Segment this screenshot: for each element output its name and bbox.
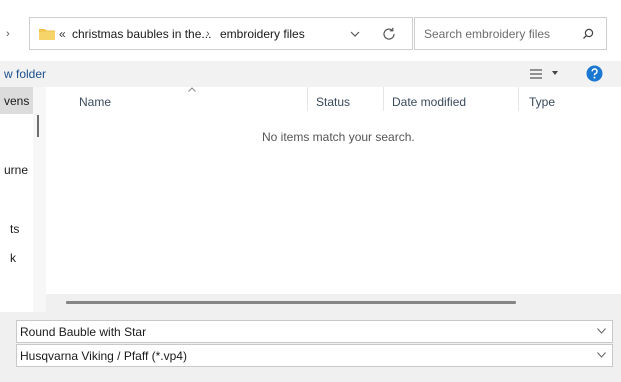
view-options-icon[interactable] (529, 67, 543, 81)
search-placeholder: Search embroidery files (424, 27, 551, 41)
column-header-name[interactable]: Name (79, 95, 111, 109)
file-name-field[interactable]: Round Bauble with Star (16, 320, 613, 343)
file-type-value: Husqvarna Viking / Pfaff (*.vp4) (20, 349, 187, 363)
folder-icon (39, 29, 55, 40)
nav-pane-scrollbar[interactable] (37, 115, 39, 137)
breadcrumb-separator[interactable]: › (206, 26, 210, 42)
new-folder-button[interactable]: w folder (4, 67, 46, 81)
empty-state-message: No items match your search. (262, 130, 415, 144)
column-header-date-modified[interactable]: Date modified (392, 95, 466, 109)
refresh-icon[interactable] (380, 25, 398, 43)
search-icon[interactable] (581, 27, 595, 41)
horizontal-scrollbar[interactable] (46, 294, 621, 312)
command-bar: w folder (0, 61, 621, 87)
breadcrumb-item-parent[interactable]: christmas baubles in the... (72, 26, 211, 42)
sort-up-icon (188, 87, 196, 92)
column-header-type[interactable]: Type (529, 95, 555, 109)
nav-item-label: vens (4, 94, 30, 108)
chevron-down-icon[interactable] (348, 27, 362, 41)
horizontal-scrollbar-thumb[interactable] (66, 301, 516, 304)
nav-item-selected[interactable]: vens (0, 87, 33, 114)
nav-item-label[interactable]: k (10, 251, 16, 265)
file-name-value: Round Bauble with Star (20, 325, 147, 339)
search-input[interactable]: Search embroidery files (414, 17, 607, 50)
chevron-down-icon[interactable] (597, 328, 606, 334)
breadcrumb-item-current[interactable]: embroidery files (220, 26, 305, 42)
column-divider[interactable] (383, 87, 384, 111)
file-type-select[interactable]: Husqvarna Viking / Pfaff (*.vp4) (16, 344, 613, 367)
column-divider[interactable] (518, 87, 519, 111)
breadcrumb-overflow[interactable]: « (59, 26, 66, 42)
nav-item-label[interactable]: urne (4, 163, 28, 177)
file-list: Name Status Date modified Type No items … (46, 87, 621, 312)
nav-item-label[interactable]: ts (10, 222, 19, 236)
help-icon[interactable] (586, 65, 603, 82)
nav-pane-scroll-track (33, 87, 46, 312)
chevron-down-icon[interactable] (597, 352, 606, 358)
view-dropdown-icon[interactable] (552, 71, 558, 75)
address-bar[interactable]: « christmas baubles in the... › embroide… (29, 17, 413, 50)
column-header-status[interactable]: Status (316, 95, 350, 109)
back-chevron-icon[interactable]: › (6, 24, 16, 44)
navigation-pane: vens urne ts k (0, 87, 33, 312)
column-divider[interactable] (307, 87, 308, 111)
